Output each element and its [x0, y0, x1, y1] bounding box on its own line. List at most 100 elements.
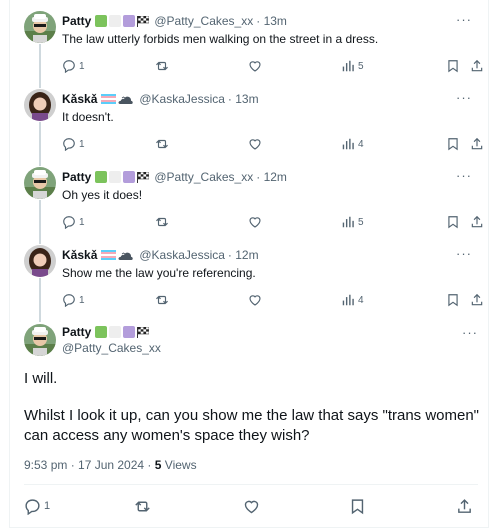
reply-button[interactable]: 1 [62, 291, 85, 309]
reply-tweet[interactable]: Kǎskǎ @KaskaJessica · 12m ··· Show me th… [10, 236, 484, 314]
retweet-button[interactable] [155, 213, 169, 231]
tweet-timestamp[interactable]: 9:53 pm · 17 Jun 2024 · [24, 458, 151, 472]
reply-count: 1 [79, 60, 85, 72]
reply-button[interactable]: 1 [24, 496, 50, 516]
reply-button[interactable]: 1 [62, 213, 85, 231]
more-icon[interactable]: ··· [456, 168, 472, 183]
reply-count: 1 [44, 500, 51, 512]
views-button[interactable]: 4 [341, 135, 364, 153]
bookmark-button[interactable] [446, 291, 460, 309]
purple-square-icon [123, 15, 136, 27]
name-badges [95, 326, 150, 338]
name-badges [95, 171, 150, 183]
display-name[interactable]: Kǎskǎ [62, 92, 97, 106]
tweet-text: The law utterly forbids men walking on t… [62, 32, 379, 46]
tweet-time[interactable]: · 13m [228, 92, 259, 106]
name-badges [101, 94, 134, 105]
views-label: Views [164, 458, 197, 472]
views-button[interactable]: 5 [341, 57, 364, 75]
tweet-meta: 9:53 pm · 17 Jun 2024 · 5 Views [24, 458, 197, 472]
bookmark-icon [448, 216, 458, 229]
more-icon[interactable]: ··· [456, 90, 472, 105]
retweet-button[interactable] [155, 57, 169, 75]
like-icon [249, 61, 261, 72]
view-count: 5 [358, 216, 364, 228]
retweet-button[interactable] [155, 135, 169, 153]
reply-count: 1 [79, 138, 85, 150]
name-badges [95, 15, 150, 27]
display-name[interactable]: Patty [62, 170, 91, 184]
view-count: 4 [358, 294, 364, 306]
avatar[interactable] [24, 89, 56, 121]
share-icon [471, 59, 483, 72]
bookmark-button[interactable] [446, 213, 460, 231]
main-tweet-text-line2: Whilst I look it up, can you show me the… [24, 407, 480, 444]
display-name[interactable]: Kǎskǎ [62, 248, 97, 262]
tweet-actions: 1 5 [62, 57, 483, 75]
user-handle[interactable]: @Patty_Cakes_xx [154, 170, 253, 184]
tweet-time[interactable]: · 12m [256, 170, 287, 184]
tweet-header: Kǎskǎ @KaskaJessica · 13m [62, 90, 259, 108]
reply-count: 1 [79, 294, 85, 306]
retweet-button[interactable] [134, 496, 151, 516]
main-user-handle[interactable]: @Patty_Cakes_xx [62, 341, 161, 355]
reply-button[interactable]: 1 [62, 135, 85, 153]
reply-tweet[interactable]: Kǎskǎ @KaskaJessica · 13m ··· It doesn't… [10, 80, 484, 158]
reply-icon [25, 498, 40, 515]
retweet-icon [156, 217, 168, 227]
like-button[interactable] [248, 135, 262, 153]
retweet-button[interactable] [155, 291, 169, 309]
reply-button[interactable]: 1 [62, 57, 85, 75]
avatar[interactable] [24, 245, 56, 277]
trans-flag-icon [101, 94, 117, 104]
main-display-name-row: Patty [62, 325, 154, 339]
retweet-icon [156, 61, 168, 71]
tweet-text: Oh yes it does! [62, 188, 143, 202]
white-square-icon [109, 326, 122, 338]
tweet-text: Show me the law you're referencing. [62, 266, 256, 280]
avatar[interactable] [24, 167, 56, 199]
like-button[interactable] [248, 291, 262, 309]
views-icon [342, 138, 354, 150]
user-handle[interactable]: @Patty_Cakes_xx [154, 14, 253, 28]
like-button[interactable] [248, 57, 262, 75]
main-avatar[interactable] [24, 324, 56, 356]
tweet-actions: 1 5 [62, 213, 483, 231]
more-icon[interactable]: ··· [462, 325, 478, 340]
tweet-actions: 1 4 [62, 291, 483, 309]
views-count: 5 [154, 458, 162, 472]
views-button[interactable]: 5 [341, 213, 364, 231]
bookmark-button[interactable] [446, 57, 460, 75]
share-button[interactable] [470, 291, 484, 309]
cloud-with-bird-icon [118, 252, 134, 260]
reply-tweet[interactable]: Patty @Patty_Cakes_xx · 12m ··· Oh yes i… [10, 158, 484, 236]
green-square-icon [95, 326, 108, 338]
like-button[interactable] [243, 496, 260, 516]
bookmark-button[interactable] [446, 135, 460, 153]
share-button[interactable] [470, 213, 484, 231]
user-handle[interactable]: @KaskaJessica [139, 92, 225, 106]
reply-count: 1 [79, 216, 85, 228]
more-icon[interactable]: ··· [456, 246, 472, 261]
more-icon[interactable]: ··· [456, 12, 472, 27]
bookmark-button[interactable] [349, 496, 366, 516]
reply-tweet[interactable]: Patty @Patty_Cakes_xx · 13m ··· The law … [10, 2, 484, 80]
share-button[interactable] [470, 135, 484, 153]
share-button[interactable] [470, 57, 484, 75]
share-icon [458, 498, 471, 513]
share-button[interactable] [456, 496, 473, 516]
share-icon [471, 215, 483, 228]
avatar[interactable] [24, 11, 56, 43]
retweet-icon [156, 139, 168, 149]
retweet-icon [156, 295, 168, 305]
tweet-header: Kǎskǎ @KaskaJessica · 12m [62, 246, 259, 264]
checkered-flag-icon [137, 171, 150, 183]
tweet-text: It doesn't. [62, 110, 114, 124]
main-display-name[interactable]: Patty [62, 325, 91, 339]
views-button[interactable]: 4 [341, 291, 364, 309]
tweet-time[interactable]: · 13m [256, 14, 287, 28]
tweet-time[interactable]: · 12m [228, 248, 259, 262]
user-handle[interactable]: @KaskaJessica [139, 248, 225, 262]
like-button[interactable] [248, 213, 262, 231]
display-name[interactable]: Patty [62, 14, 91, 28]
